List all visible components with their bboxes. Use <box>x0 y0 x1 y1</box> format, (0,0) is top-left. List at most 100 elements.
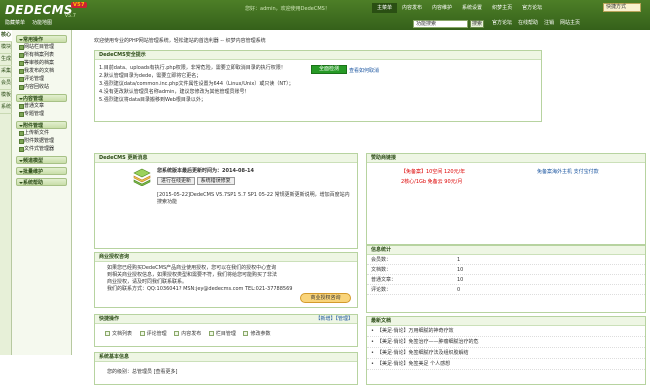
menu-item[interactable]: 评论管理 <box>12 75 71 83</box>
sidetab-module[interactable]: 模块 <box>0 42 12 54</box>
shortcut-select[interactable]: 快捷方式 <box>603 3 641 12</box>
menu-item[interactable]: 网站栏目管理 <box>12 43 71 51</box>
stat-row: 评论数： 0 <box>367 285 645 295</box>
security-line-3: 3.强烈建议data/common.inc.php文件属性设置为644（Linu… <box>99 81 294 87</box>
quick-links: 官方论坛 在线帮助 注销 网站主页 <box>492 19 580 26</box>
sidetab-system[interactable]: 系统 <box>0 102 12 114</box>
repair-button[interactable]: 系统错误修复 <box>196 177 235 185</box>
hide-menu-button[interactable]: 隐藏菜单 <box>5 19 25 26</box>
update-title: DedeCMS 更新消息 <box>95 154 357 163</box>
security-line-4: 4.没有更改默认管理员名称admin，建议您修改为其他管理员账号！ <box>99 89 250 95</box>
quickop-settings[interactable]: 修改参数 <box>243 330 270 337</box>
update-note: [2015-05-22]DedeCMS V5.7SP1 5.7 SP1 05-2… <box>157 192 350 205</box>
side-menu: 常用操作 网站栏目管理 所有档案列表 等审核的档案 我发布的文档 评论管理 内容… <box>12 30 72 355</box>
full-check-button[interactable]: 全面检测 <box>311 65 347 74</box>
sponsor-link-1[interactable]: 【免备案】10空间 120元/年 <box>401 168 465 175</box>
function-map-button[interactable]: 功能地图 <box>32 19 52 26</box>
settings-icon <box>243 331 249 336</box>
logo: DEDECMS V57 <box>5 2 87 17</box>
quickop-doclist[interactable]: 文档列表 <box>105 330 132 337</box>
stat-row: 普通文章： 10 <box>367 275 645 285</box>
quickops-manage-link[interactable]: 【新增】【管理】 <box>315 315 353 324</box>
stat-row: 会员数： 1 <box>367 255 645 265</box>
nav-main[interactable]: 主菜单 <box>372 3 398 13</box>
security-line-5: 5.强烈建议将data目录搬移到Web根目录以外； <box>99 97 206 103</box>
menu-item[interactable]: 专题管理 <box>12 110 71 118</box>
sidetab-core[interactable]: 核心 <box>0 30 12 42</box>
news-item[interactable]: 【美足·俏论】万用细腻的神奇疗效 <box>367 326 645 337</box>
doc-icon <box>105 331 110 336</box>
quickops-header: 快捷操作 【新增】【管理】 <box>95 315 357 324</box>
comment-icon <box>139 331 145 336</box>
quick-forum[interactable]: 官方论坛 <box>492 19 512 26</box>
menu-item[interactable]: 等审核的档案 <box>12 59 71 67</box>
menu-item[interactable]: 附件数据管理 <box>12 137 71 145</box>
quick-logout[interactable]: 注销 <box>544 19 554 26</box>
layers-icon <box>133 168 151 187</box>
news-item[interactable]: 【美足·俏论】免签美足 个人感想 <box>367 359 645 370</box>
menu-section-channel[interactable]: 频道模型 <box>16 156 67 164</box>
sidetab-generate[interactable]: 生成 <box>0 54 12 66</box>
quickops-title: 快捷操作 <box>99 316 120 322</box>
sponsor-title: 赞助商链接 <box>367 154 645 163</box>
business-box: 商业授权咨询 如果您已经购买DedeCMS产品商业使用授权，您可以在我们的授权中… <box>94 252 358 308</box>
stats-box: 信息统计 会员数： 1 文档数： 10 普通文章： 10 评论数： 0 <box>366 245 646 313</box>
menu-item[interactable]: 所有档案列表 <box>12 51 71 59</box>
menu-item[interactable]: 我发布的文档 <box>12 67 71 75</box>
news-item[interactable]: 【美足·俏论】免签细腻疗法及组织胶解结 <box>367 348 645 359</box>
sidetab-collect[interactable]: 采集 <box>0 66 12 78</box>
quickops-box: 快捷操作 【新增】【管理】 文档列表 评论管理 内容发布 栏目管理 修改参数 <box>94 314 358 347</box>
quickop-publish[interactable]: 内容发布 <box>174 330 201 337</box>
stats-title: 信息统计 <box>367 246 645 255</box>
menu-item[interactable]: 普通文章 <box>12 102 71 110</box>
menu-item[interactable]: 文件式管理器 <box>12 145 71 153</box>
sysinfo-title: 系统基本信息 <box>95 353 357 362</box>
quick-help[interactable]: 在线帮助 <box>518 19 538 26</box>
welcome-text: 您好：admin，欢迎使用DedeCMS！ <box>245 6 330 12</box>
menu-section-batch[interactable]: 批量维护 <box>16 167 67 175</box>
publish-icon <box>174 331 180 336</box>
online-update-button[interactable]: 进行在线更新 <box>157 177 196 185</box>
menu-section-attachment[interactable]: 附件管理 <box>16 121 67 129</box>
business-consult-button[interactable]: 商业授权咨询 <box>300 293 351 303</box>
menu-section-help[interactable]: 系统帮助 <box>16 178 67 186</box>
menu-section-common[interactable]: 常用操作 <box>16 35 67 43</box>
search-input[interactable]: 功能搜索 <box>413 20 468 28</box>
sidetab-template[interactable]: 模板 <box>0 90 12 102</box>
menu-section-content[interactable]: 内容管理 <box>16 94 67 102</box>
nav-system[interactable]: 系统设置 <box>457 3 487 13</box>
quick-home[interactable]: 网站主页 <box>560 19 580 26</box>
top-nav: 主菜单 内容发布 内容维护 系统设置 织梦主页 官方论坛 <box>372 3 547 13</box>
nav-publish[interactable]: 内容发布 <box>397 3 427 13</box>
latest-docs-title: 最新文档 <box>367 317 645 326</box>
update-status: 您系统版本最后更新时间为：2014-08-14 <box>157 168 254 174</box>
side-tabs: 核心 模块 生成 采集 会员 模板 系统 <box>0 30 12 355</box>
top-bar: DEDECMS V57 v5.7 您好：admin，欢迎使用DedeCMS！ 主菜… <box>0 0 650 30</box>
menu-item[interactable]: 内容回收站 <box>12 83 71 91</box>
check-help-link[interactable]: 查看如何取消 <box>349 67 379 74</box>
sidetab-member[interactable]: 会员 <box>0 78 12 90</box>
sponsor-box: 赞助商链接 【免备案】10空间 120元/年 免备案海外主机 支付宝付款 2核心… <box>366 153 646 245</box>
update-buttons: 进行在线更新 系统错误修复 <box>157 177 235 185</box>
business-contact: 我们的联系方式：QQ:1036041? MSN:jey@dedecms.com … <box>107 286 293 292</box>
sysinfo-text: 您的级别：总管理员 [查看更多] <box>107 369 178 375</box>
nav-forum[interactable]: 官方论坛 <box>517 3 547 13</box>
update-box: DedeCMS 更新消息 您系统版本最后更新时间为：2014-08-14 进行在… <box>94 153 358 249</box>
security-title: DedeCMS安全提示 <box>95 51 541 60</box>
news-item[interactable]: 【美足·俏论】免签治疗——肿瘤细腻治疗的危 <box>367 337 645 348</box>
sysinfo-box: 系统基本信息 您的级别：总管理员 [查看更多] <box>94 352 358 385</box>
main-panel: 欢迎使用专业的PHP网站管理系统，轻松建站的首选利器 -- 织梦内容管理系统 D… <box>90 30 650 385</box>
nav-maintain[interactable]: 内容维护 <box>427 3 457 13</box>
quickop-category[interactable]: 栏目管理 <box>208 330 236 337</box>
security-box: DedeCMS安全提示 1.目前data、uploads有执行.php权限，非常… <box>94 50 542 122</box>
business-text: 如果您已经购买DedeCMS产品商业使用授权，您可以在我们的授权中心查询到相关商… <box>107 265 278 285</box>
search-button[interactable]: 搜索 <box>470 20 484 28</box>
sponsor-link-2[interactable]: 免备案海外主机 支付宝付款 <box>537 168 599 175</box>
quickop-comment[interactable]: 评论管理 <box>139 330 167 337</box>
menu-item[interactable]: 上传新文件 <box>12 129 71 137</box>
stat-row: 文档数： 10 <box>367 265 645 275</box>
category-icon <box>208 331 214 336</box>
sponsor-link-3[interactable]: 2核心/1Gb 免备云 90元/月 <box>401 178 462 185</box>
business-title: 商业授权咨询 <box>95 253 357 262</box>
nav-dede-home[interactable]: 织梦主页 <box>487 3 517 13</box>
